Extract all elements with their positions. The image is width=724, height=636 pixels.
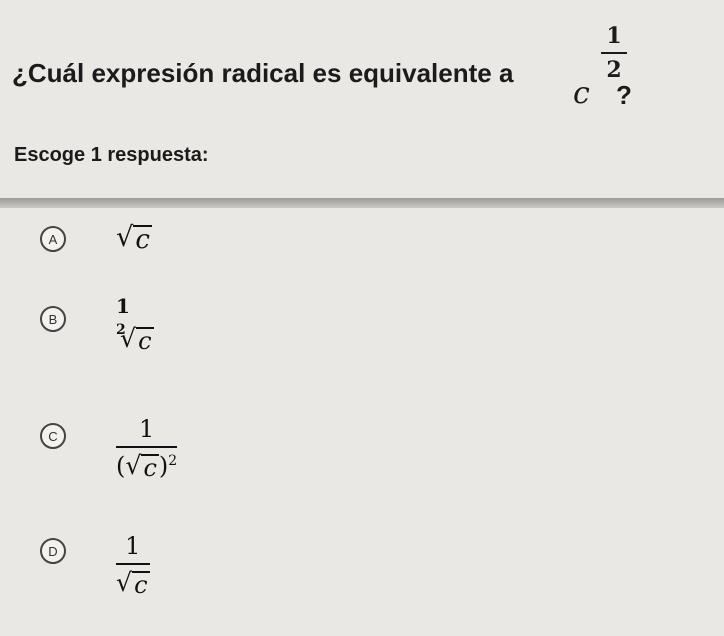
sqrt-symbol: √ c bbox=[125, 451, 159, 483]
choice-a-expression: √ c bbox=[116, 222, 152, 253]
instruction-text: Escoge 1 respuesta: bbox=[14, 144, 209, 166]
radicand: c bbox=[136, 327, 154, 355]
numerator: 1 bbox=[125, 532, 141, 560]
fraction-bar bbox=[116, 563, 150, 566]
choice-c-expression: 1 (√ c)2 bbox=[116, 415, 178, 483]
choice-b[interactable]: B 1 2 √ c bbox=[40, 294, 200, 386]
question-mark: ? bbox=[616, 80, 632, 110]
exponent-numerator: 1 bbox=[606, 23, 622, 49]
fraction-bar bbox=[601, 52, 627, 54]
question-text: ¿Cuál expresión radical es equivalente a bbox=[12, 58, 514, 88]
fraction-bar bbox=[116, 446, 178, 449]
sqrt-symbol: √ c bbox=[116, 222, 152, 255]
numerator: 1 bbox=[116, 294, 130, 318]
radicand: c bbox=[141, 454, 159, 483]
choice-a[interactable]: A √ c bbox=[40, 222, 200, 266]
choice-c-letter[interactable]: C bbox=[40, 423, 66, 449]
denominator: √ c bbox=[116, 569, 150, 597]
choice-a-letter[interactable]: A bbox=[40, 226, 66, 252]
divider bbox=[0, 198, 724, 208]
radicand: c bbox=[132, 571, 150, 600]
exponent-base: c bbox=[573, 76, 590, 111]
choice-d-expression: 1 √ c bbox=[116, 532, 150, 597]
denominator: (√ c)2 bbox=[116, 451, 178, 483]
fraction: 1 (√ c)2 bbox=[116, 415, 178, 483]
choice-c[interactable]: C 1 (√ c)2 bbox=[40, 416, 240, 503]
choice-b-letter[interactable]: B bbox=[40, 306, 66, 332]
power: 2 bbox=[168, 453, 178, 470]
exponent-fraction: 1 2 bbox=[601, 24, 627, 82]
exponent-denominator: 2 bbox=[606, 57, 622, 83]
sqrt-symbol: √ c bbox=[116, 568, 150, 600]
choice-d-letter[interactable]: D bbox=[40, 538, 66, 564]
numerator: 1 bbox=[138, 415, 155, 443]
choice-d[interactable]: D 1 √ c bbox=[40, 533, 200, 618]
sqrt-symbol: √ c bbox=[120, 324, 154, 355]
radicand: c bbox=[133, 225, 152, 255]
fraction: 1 √ c bbox=[116, 533, 150, 597]
